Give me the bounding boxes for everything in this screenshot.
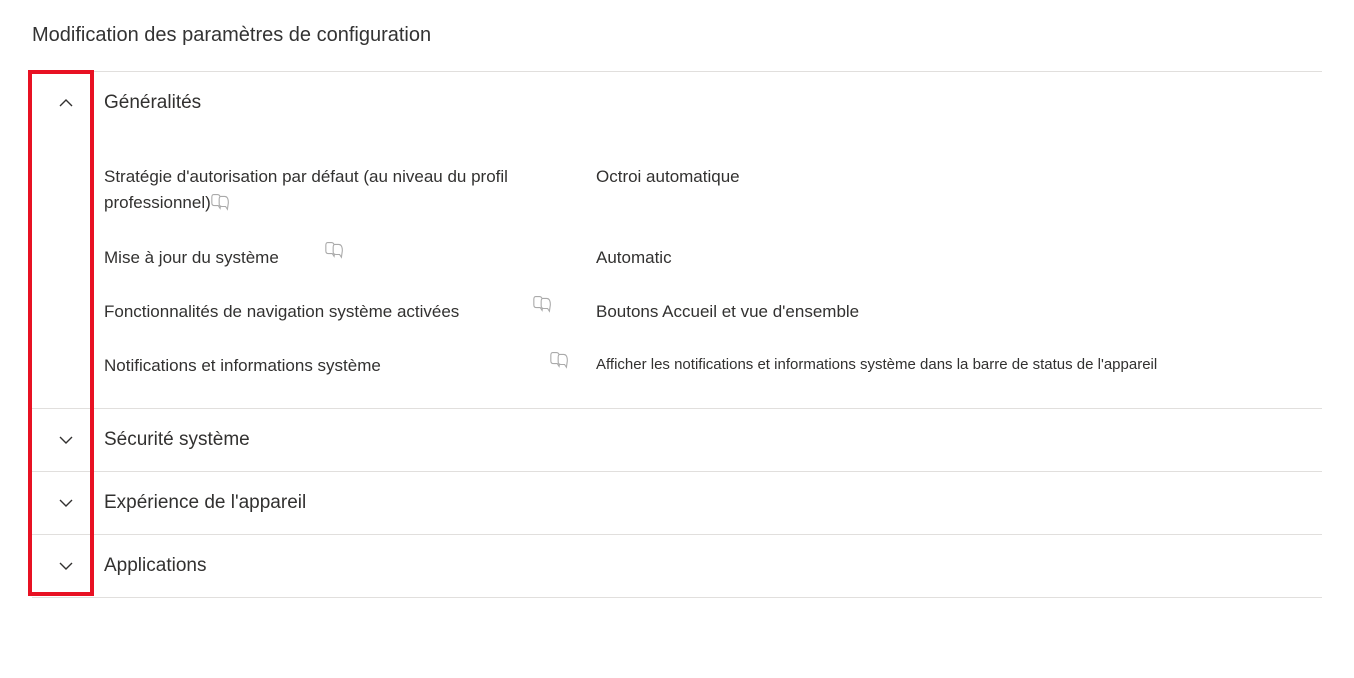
section-body-general: Stratégie d'autorisation par défaut (au … — [32, 134, 1322, 408]
section-applications: Applications — [32, 535, 1322, 598]
copilot-icon — [549, 349, 571, 369]
section-header-general[interactable]: Généralités — [32, 72, 1322, 134]
section-experience: Expérience de l'appareil — [32, 472, 1322, 535]
section-general: Généralités Stratégie d'autorisation par… — [32, 72, 1322, 409]
section-header-applications[interactable]: Applications — [32, 535, 1322, 597]
accordion: Généralités Stratégie d'autorisation par… — [32, 71, 1322, 598]
section-title-security: Sécurité système — [104, 429, 250, 451]
setting-row: Notifications et informations système Af… — [104, 343, 1322, 397]
setting-row: Fonctionnalités de navigation système ac… — [104, 289, 1322, 343]
copilot-icon — [532, 293, 554, 313]
section-header-experience[interactable]: Expérience de l'appareil — [32, 472, 1322, 534]
section-title-general: Généralités — [104, 92, 201, 114]
setting-label: Fonctionnalités de navigation système ac… — [104, 302, 459, 321]
setting-label: Mise à jour du système — [104, 248, 279, 267]
setting-value: Automatic — [596, 245, 1322, 271]
chevron-down-icon — [56, 493, 76, 513]
page-title: Modification des paramètres de configura… — [32, 24, 1322, 47]
chevron-up-icon — [56, 93, 76, 113]
section-security: Sécurité système — [32, 409, 1322, 472]
setting-value: Boutons Accueil et vue d'ensemble — [596, 299, 1322, 325]
section-header-security[interactable]: Sécurité système — [32, 409, 1322, 471]
chevron-down-icon — [56, 430, 76, 450]
chevron-down-icon — [56, 556, 76, 576]
section-title-experience: Expérience de l'appareil — [104, 492, 306, 514]
setting-value: Afficher les notifications et informatio… — [596, 353, 1322, 376]
setting-label: Stratégie d'autorisation par défaut (au … — [104, 167, 508, 212]
copilot-icon — [324, 239, 346, 259]
section-title-applications: Applications — [104, 555, 206, 577]
setting-row: Stratégie d'autorisation par défaut (au … — [104, 154, 1322, 235]
setting-row: Mise à jour du système Automatic — [104, 235, 1322, 289]
setting-label: Notifications et informations système — [104, 356, 381, 375]
setting-value: Octroi automatique — [596, 164, 1322, 190]
copilot-icon — [210, 191, 232, 211]
